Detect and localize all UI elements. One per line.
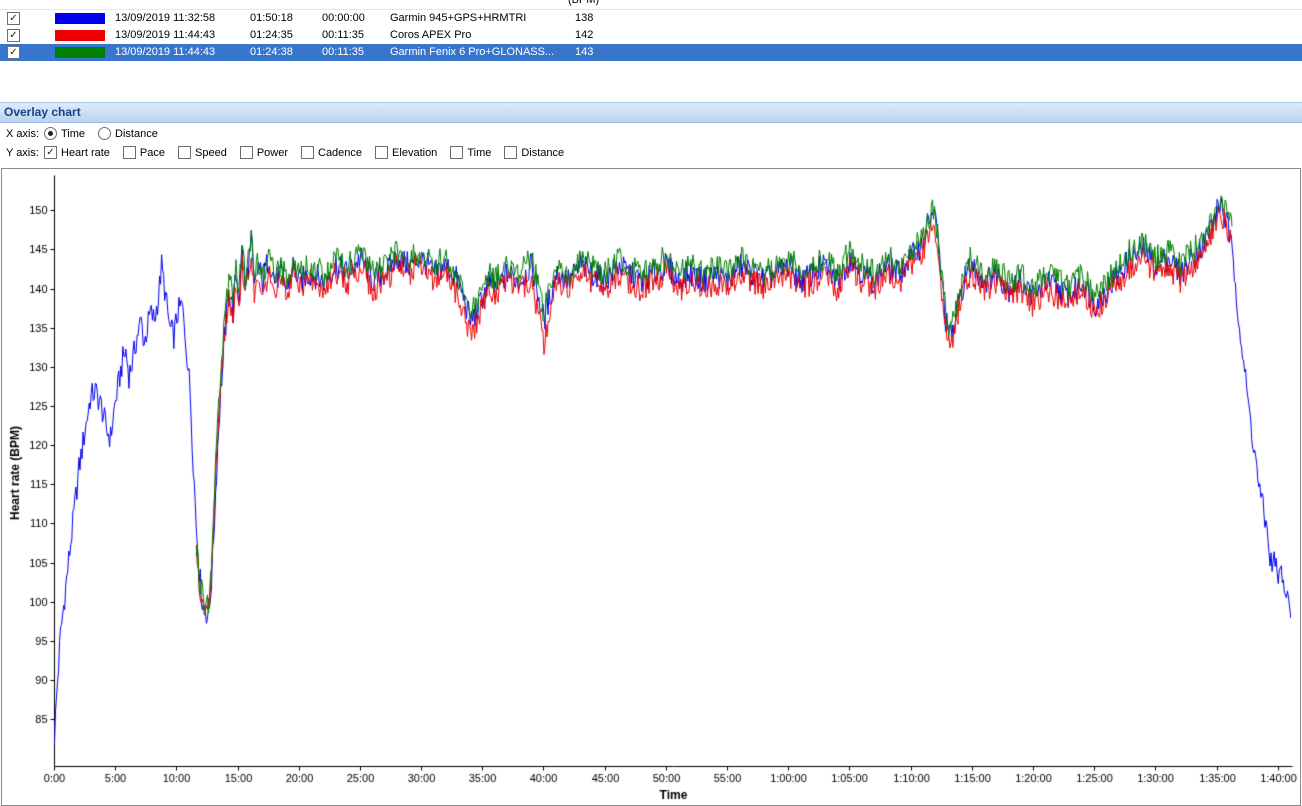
cell-device: Garmin 945+GPS+HRMTRI bbox=[390, 10, 526, 27]
cell-avg-hr: 142 bbox=[575, 27, 593, 44]
checkbox-cadence[interactable] bbox=[301, 146, 314, 159]
table-row[interactable]: ✓ 13/09/2019 11:44:43 01:24:35 00:11:35 Coro… bbox=[0, 27, 1302, 44]
row-checkbox[interactable]: ✓ bbox=[7, 29, 20, 42]
y-option-heart-rate[interactable]: ✓ Heart rate bbox=[44, 146, 110, 159]
color-swatch[interactable] bbox=[55, 13, 105, 24]
table-row[interactable]: ✓ 13/09/2019 11:32:58 01:50:18 00:00:00 Garm… bbox=[0, 10, 1302, 27]
overlay-chart bbox=[1, 168, 1301, 806]
x-axis-options: Time Distance bbox=[44, 127, 171, 140]
overlay-chart-canvas[interactable] bbox=[2, 169, 1300, 805]
color-swatch[interactable] bbox=[55, 47, 105, 58]
y-option-power[interactable]: Power bbox=[240, 146, 288, 159]
cell-datetime: 13/09/2019 11:44:43 bbox=[115, 44, 215, 61]
y-option-pace[interactable]: Pace bbox=[123, 146, 165, 159]
y-option-elevation[interactable]: Elevation bbox=[375, 146, 437, 159]
checkbox-elevation[interactable] bbox=[375, 146, 388, 159]
checkbox-heart-rate[interactable]: ✓ bbox=[44, 146, 57, 159]
radio-label: Distance bbox=[115, 128, 158, 140]
cell-duration: 01:24:38 bbox=[250, 44, 293, 61]
table-header-partial: (BPM) bbox=[0, 0, 1302, 10]
y-option-distance[interactable]: Distance bbox=[504, 146, 564, 159]
table-row[interactable]: ✓ 13/09/2019 11:44:43 01:24:38 00:11:35 Garm… bbox=[0, 44, 1302, 61]
checkbox-label: Pace bbox=[140, 147, 165, 159]
y-option-speed[interactable]: Speed bbox=[178, 146, 227, 159]
activity-table: (BPM) ✓ 13/09/2019 11:32:58 01:50:18 00:00:… bbox=[0, 0, 1302, 61]
cell-device: Garmin Fenix 6 Pro+GLONASS... bbox=[390, 44, 554, 61]
cell-avg-hr: 143 bbox=[575, 44, 593, 61]
cell-avg-hr: 138 bbox=[575, 10, 593, 27]
checkbox-label: Power bbox=[257, 147, 288, 159]
radio-distance[interactable] bbox=[98, 127, 111, 140]
activity-rows: ✓ 13/09/2019 11:32:58 01:50:18 00:00:00 Garm… bbox=[0, 10, 1302, 61]
cell-offset: 00:11:35 bbox=[322, 27, 364, 44]
checkbox-label: Time bbox=[467, 147, 491, 159]
x-option-time[interactable]: Time bbox=[44, 127, 85, 140]
cell-offset: 00:11:35 bbox=[322, 44, 364, 61]
y-axis-options: ✓ Heart rate Pace Speed Power Cadence Elevatio… bbox=[44, 146, 577, 159]
y-axis-label: Y axis: bbox=[6, 147, 44, 159]
hr-comparison-app: (BPM) ✓ 13/09/2019 11:32:58 01:50:18 00:00:… bbox=[0, 0, 1302, 806]
checkbox-label: Heart rate bbox=[61, 147, 110, 159]
cell-offset: 00:00:00 bbox=[322, 10, 365, 27]
checkbox-label: Speed bbox=[195, 147, 227, 159]
checkbox-label: Elevation bbox=[392, 147, 437, 159]
y-option-time[interactable]: Time bbox=[450, 146, 491, 159]
radio-label: Time bbox=[61, 128, 85, 140]
section-header-overlay-chart: Overlay chart bbox=[0, 102, 1302, 123]
section-title: Overlay chart bbox=[4, 105, 81, 119]
y-option-cadence[interactable]: Cadence bbox=[301, 146, 362, 159]
checkbox-power[interactable] bbox=[240, 146, 253, 159]
cell-duration: 01:50:18 bbox=[250, 10, 293, 27]
checkbox-speed[interactable] bbox=[178, 146, 191, 159]
x-option-distance[interactable]: Distance bbox=[98, 127, 158, 140]
cell-device: Coros APEX Pro bbox=[390, 27, 471, 44]
checkbox-label: Cadence bbox=[318, 147, 362, 159]
y-axis-row: Y axis: ✓ Heart rate Pace Speed Power Cadence… bbox=[0, 143, 1302, 162]
header-bpm-label: (BPM) bbox=[568, 0, 599, 6]
x-axis-label: X axis: bbox=[6, 128, 44, 140]
cell-datetime: 13/09/2019 11:32:58 bbox=[115, 10, 215, 27]
cell-duration: 01:24:35 bbox=[250, 27, 293, 44]
radio-time[interactable] bbox=[44, 127, 57, 140]
row-checkbox[interactable]: ✓ bbox=[7, 46, 20, 59]
checkbox-distance[interactable] bbox=[504, 146, 517, 159]
checkbox-time[interactable] bbox=[450, 146, 463, 159]
row-checkbox[interactable]: ✓ bbox=[7, 12, 20, 25]
x-axis-row: X axis: Time Distance bbox=[0, 124, 1302, 143]
color-swatch[interactable] bbox=[55, 30, 105, 41]
checkbox-label: Distance bbox=[521, 147, 564, 159]
axis-controls: X axis: Time Distance Y axis: ✓ Heart rate… bbox=[0, 124, 1302, 168]
checkbox-pace[interactable] bbox=[123, 146, 136, 159]
cell-datetime: 13/09/2019 11:44:43 bbox=[115, 27, 215, 44]
